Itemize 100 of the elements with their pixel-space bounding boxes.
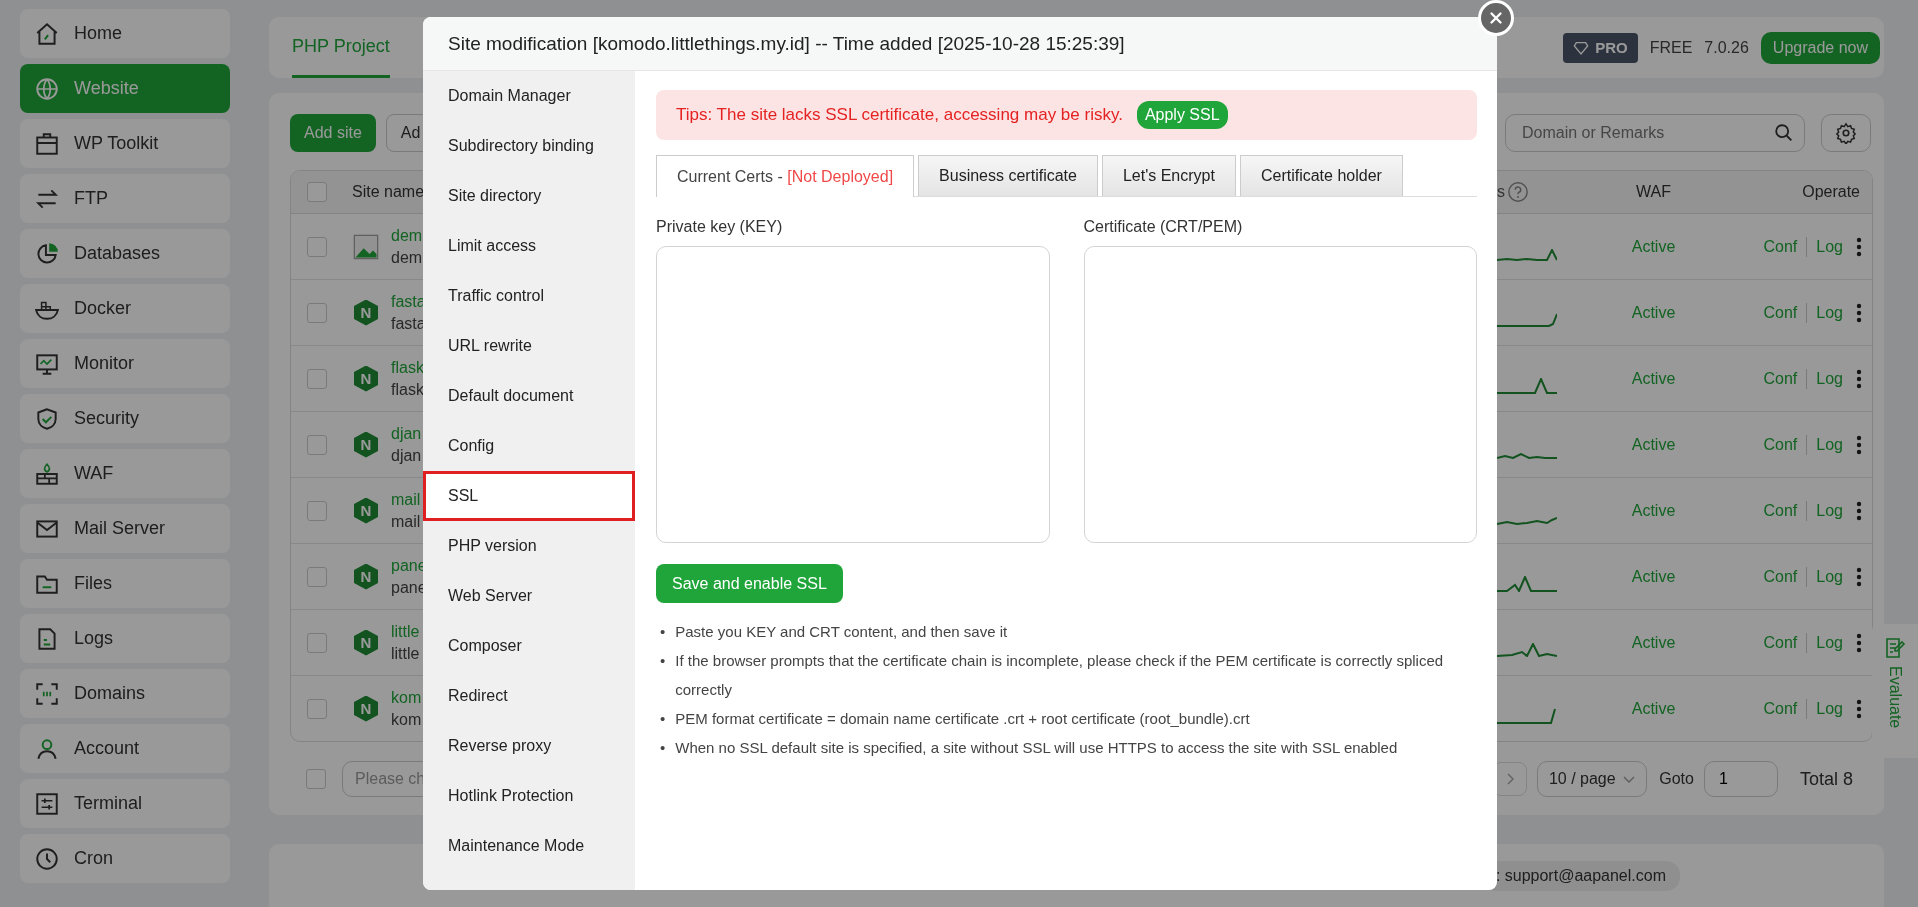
sidebar-item[interactable]: Docker — [20, 284, 230, 333]
sidebar-item[interactable]: Account — [20, 724, 230, 773]
row-checkbox[interactable] — [307, 236, 327, 257]
settings-menu-item[interactable]: Domain Manager — [423, 71, 635, 121]
certificate-tab[interactable]: Certificate holder — [1239, 155, 1403, 196]
action-link[interactable]: Conf — [1763, 369, 1798, 388]
settings-menu-item[interactable]: Config — [423, 421, 635, 471]
row-checkbox[interactable] — [307, 566, 327, 587]
home-icon — [34, 20, 60, 47]
toolbar-button[interactable]: Add site — [290, 114, 376, 152]
site-name-link[interactable]: mail — [391, 490, 421, 509]
action-link[interactable]: Log — [1816, 501, 1843, 520]
sidebar-item[interactable]: Terminal — [20, 779, 230, 828]
sidebar-item[interactable]: Logs — [20, 614, 230, 663]
sidebar-item[interactable]: Monitor — [20, 339, 230, 388]
select-all-checkbox[interactable] — [307, 182, 327, 202]
row-checkbox[interactable] — [307, 500, 327, 521]
more-icon[interactable] — [1856, 500, 1862, 521]
apply-ssl-button[interactable]: Apply SSL — [1136, 101, 1228, 129]
row-checkbox[interactable] — [307, 632, 327, 653]
site-name-link[interactable]: kom — [391, 688, 422, 707]
action-link[interactable]: Log — [1816, 435, 1843, 454]
settings-button[interactable] — [1821, 114, 1871, 152]
settings-menu-item[interactable]: Traffic control — [423, 271, 635, 321]
action-link[interactable]: Conf — [1763, 435, 1798, 454]
certificate-tab[interactable]: Let's Encrypt — [1101, 155, 1236, 196]
batch-checkbox[interactable] — [306, 769, 326, 789]
help-icon[interactable] — [1507, 181, 1529, 203]
action-link[interactable]: Conf — [1763, 303, 1798, 322]
settings-menu-item[interactable]: PHP version — [423, 521, 635, 571]
sidebar-item[interactable]: Website — [20, 64, 230, 113]
sidebar-item[interactable]: Databases — [20, 229, 230, 278]
waf-status[interactable]: Active — [1631, 237, 1676, 255]
settings-menu-item[interactable]: SSL — [423, 471, 635, 521]
settings-menu-item[interactable]: URL rewrite — [423, 321, 635, 371]
sidebar-item[interactable]: Security — [20, 394, 230, 443]
settings-menu-item[interactable]: Limit access — [423, 221, 635, 271]
action-link[interactable]: Log — [1816, 369, 1843, 388]
sidebar-item[interactable]: Cron — [20, 834, 230, 883]
certificate-tab[interactable]: Current Certs - [Not Deployed] — [656, 155, 915, 197]
sidebar-item[interactable]: WAF — [20, 449, 230, 498]
sidebar-item[interactable]: Files — [20, 559, 230, 608]
certificate-tab[interactable]: Business certificate — [918, 155, 1098, 196]
upgrade-button[interactable]: Upgrade now — [1760, 31, 1880, 64]
action-link[interactable]: Conf — [1763, 567, 1798, 586]
site-name-link[interactable]: dem — [391, 226, 423, 245]
evaluate-tab[interactable]: Evaluate — [1872, 624, 1918, 758]
site-name-link[interactable]: flask — [391, 358, 424, 377]
sidebar-item[interactable]: Mail Server — [20, 504, 230, 553]
action-link[interactable]: Conf — [1763, 501, 1798, 520]
action-link[interactable]: Conf — [1763, 237, 1798, 256]
settings-menu-item[interactable]: Web Server — [423, 571, 635, 621]
sidebar-item[interactable]: Domains — [20, 669, 230, 718]
sparkline — [1497, 377, 1557, 394]
site-remark: dem — [391, 248, 423, 267]
waf-status[interactable]: Active — [1631, 435, 1676, 453]
site-name-link[interactable]: djan — [391, 424, 422, 443]
goto-input[interactable]: 1 — [1703, 761, 1778, 797]
waf-status[interactable]: Active — [1631, 369, 1676, 387]
pro-badge[interactable]: PRO — [1563, 32, 1638, 63]
more-icon[interactable] — [1856, 236, 1862, 257]
settings-menu-item[interactable]: Subdirectory binding — [423, 121, 635, 171]
close-button[interactable] — [1478, 0, 1514, 36]
more-icon[interactable] — [1856, 302, 1862, 323]
more-icon[interactable] — [1856, 566, 1862, 587]
search-field[interactable]: Domain or Remarks — [1505, 114, 1805, 152]
action-link[interactable]: Log — [1816, 567, 1843, 586]
page-size-select[interactable]: 10 / page — [1537, 761, 1648, 797]
action-link[interactable]: Log — [1816, 633, 1843, 652]
action-link[interactable]: Log — [1816, 303, 1843, 322]
waf-status[interactable]: Active — [1631, 633, 1676, 651]
row-checkbox[interactable] — [307, 434, 327, 455]
settings-menu-item[interactable]: Redirect — [423, 671, 635, 721]
settings-menu-item[interactable]: Site directory — [423, 171, 635, 221]
waf-status[interactable]: Active — [1631, 699, 1676, 717]
sidebar-item[interactable]: FTP — [20, 174, 230, 223]
settings-menu-item[interactable]: Maintenance Mode — [423, 821, 635, 871]
more-icon[interactable] — [1856, 698, 1862, 719]
action-link[interactable]: Log — [1816, 699, 1843, 718]
settings-menu-item[interactable]: Default document — [423, 371, 635, 421]
search-icon[interactable] — [1773, 122, 1795, 144]
action-link[interactable]: Log — [1816, 237, 1843, 256]
more-icon[interactable] — [1856, 632, 1862, 653]
action-link[interactable]: Conf — [1763, 699, 1798, 718]
project-tab[interactable]: PHP Project — [292, 17, 390, 78]
sparkline — [1497, 642, 1557, 657]
more-icon[interactable] — [1856, 434, 1862, 455]
waf-status[interactable]: Active — [1631, 303, 1676, 321]
row-checkbox[interactable] — [307, 698, 327, 719]
save-button[interactable]: Save and enable SSL — [656, 564, 843, 603]
waf-status[interactable]: Active — [1631, 567, 1676, 585]
site-name-link[interactable]: little — [391, 622, 420, 641]
action-link[interactable]: Conf — [1763, 633, 1798, 652]
more-icon[interactable] — [1856, 368, 1862, 389]
row-checkbox[interactable] — [307, 368, 327, 389]
waf-status[interactable]: Active — [1631, 501, 1676, 519]
row-checkbox[interactable] — [307, 302, 327, 323]
sidebar-item[interactable]: Home — [20, 9, 230, 58]
settings-menu-item[interactable]: Composer — [423, 621, 635, 671]
sidebar-item[interactable]: WP Toolkit — [20, 119, 230, 168]
